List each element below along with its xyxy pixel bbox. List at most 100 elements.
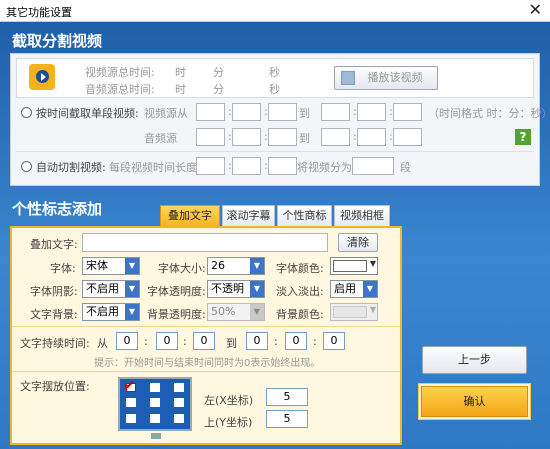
monitor-position-grid[interactable] [118, 377, 192, 431]
video-total-label: 视频源总时间: [85, 66, 155, 79]
audio-total-label: 音频源总时间: [85, 83, 155, 96]
transparency-select[interactable]: 不透明 ▼ [207, 280, 265, 298]
audio-to-second[interactable] [393, 128, 422, 146]
audio-to-hour[interactable] [321, 128, 350, 146]
to-label: 到 [299, 132, 310, 145]
position-middle-left[interactable] [126, 398, 136, 407]
section-heading-logo: 个性标志添加 [12, 200, 103, 218]
font-size-value: 26 [211, 259, 225, 272]
position-middle-right[interactable] [174, 398, 184, 407]
bg-label: 文字背景: [30, 308, 78, 321]
duration-from-minute[interactable]: 0 [156, 332, 178, 350]
audio-from-second[interactable] [268, 128, 297, 146]
transparency-value: 不透明 [211, 282, 244, 295]
colon: : [313, 335, 317, 348]
audio-hour-unit: 时 [175, 83, 186, 96]
radio-by-time[interactable] [21, 107, 32, 118]
dropdown-arrow-icon: ▼ [125, 258, 139, 274]
divider [16, 151, 534, 152]
video-to-hour[interactable] [321, 103, 350, 121]
video-to-minute[interactable] [357, 103, 386, 121]
position-bottom-right[interactable] [174, 414, 184, 423]
font-color-picker[interactable]: ▼ [330, 257, 378, 275]
confirm-button[interactable]: 确认 [421, 386, 528, 417]
font-select[interactable]: 宋体 ▼ [82, 257, 140, 275]
bg-color-label: 背景颜色: [276, 308, 324, 321]
dropdown-arrow-icon: ▼ [250, 304, 264, 320]
fade-value: 启用 [334, 282, 356, 295]
duration-to-minute[interactable]: 0 [285, 332, 307, 350]
video-from-second[interactable] [268, 103, 297, 121]
bg-select[interactable]: 不启用 ▼ [82, 303, 140, 321]
duration-from-hour[interactable]: 0 [116, 332, 138, 350]
play-video-button[interactable]: 播放该视频 [334, 66, 438, 90]
from-label: 从 [177, 107, 188, 120]
monitor-stand [151, 433, 161, 439]
tab-overlay-text[interactable]: 叠加文字 [160, 205, 220, 227]
audio-from-minute[interactable] [232, 128, 261, 146]
top-coord-input[interactable]: 5 [266, 410, 308, 428]
close-icon[interactable]: ✕ [529, 1, 542, 19]
audio-to-minute[interactable] [357, 128, 386, 146]
video-file-icon [29, 64, 55, 90]
bg-color-picker[interactable]: ▼ [330, 303, 378, 321]
transparency-label: 字体透明度: [147, 285, 206, 298]
duration-to-second[interactable]: 0 [323, 332, 345, 350]
to-label: 到 [299, 107, 310, 120]
radio-auto-cut[interactable] [21, 161, 32, 172]
segment-hour[interactable] [196, 157, 225, 175]
duration-to-hour[interactable]: 0 [246, 332, 268, 350]
position-bottom-left[interactable] [126, 414, 136, 423]
top-coord-label: 上(Y坐标) [204, 416, 253, 429]
bg-value: 不启用 [86, 305, 119, 318]
tab-video-frame[interactable]: 视频相框 [334, 205, 390, 226]
position-top-right[interactable] [174, 383, 184, 392]
divider [12, 371, 400, 372]
font-size-select[interactable]: 26 ▼ [207, 257, 265, 275]
dropdown-arrow-icon: ▼ [363, 281, 377, 297]
overlay-text-input[interactable] [82, 233, 328, 252]
video-from-minute[interactable] [232, 103, 261, 121]
position-center[interactable] [150, 398, 160, 407]
by-time-label: 按时间截取单段视频: [36, 107, 139, 120]
help-icon[interactable]: ? [515, 129, 531, 145]
video-source-label: 视频源 [144, 107, 177, 120]
video-info-box: 视频源总时间: 音频源总时间: 时 分 秒 时 分 秒 播放该视频 [16, 58, 534, 98]
bg-transparency-select[interactable]: 50% ▼ [207, 303, 265, 321]
fade-select[interactable]: 启用 ▼ [330, 280, 378, 298]
colon: : [144, 335, 148, 348]
fade-label: 淡入淡出: [276, 285, 324, 298]
left-coord-input[interactable]: 5 [266, 388, 308, 406]
duration-from-second[interactable]: 0 [193, 332, 215, 350]
audio-minute-unit: 分 [213, 83, 224, 96]
video-to-second[interactable] [393, 103, 422, 121]
clear-button[interactable]: 清除 [338, 233, 378, 252]
play-video-label: 播放该视频 [367, 71, 423, 84]
window-title: 其它功能设置 [6, 6, 72, 19]
position-bottom-center[interactable] [150, 414, 160, 423]
colon: : [274, 335, 278, 348]
position-top-center[interactable] [150, 383, 160, 392]
video-from-hour[interactable] [196, 103, 225, 121]
audio-source-label: 音频源 [144, 132, 177, 145]
font-color-label: 字体颜色: [276, 262, 324, 275]
dropdown-arrow-icon: ▼ [125, 304, 139, 320]
colon: : [183, 335, 187, 348]
dropdown-arrow-icon: ▼ [369, 259, 376, 268]
prev-step-button[interactable]: 上一步 [422, 346, 527, 374]
segment-minute[interactable] [232, 157, 261, 175]
dropdown-arrow-icon: ▼ [250, 281, 264, 297]
shadow-select[interactable]: 不启用 ▼ [82, 280, 140, 298]
segment-count-input[interactable] [352, 157, 394, 175]
bg-transparency-label: 背景透明度: [147, 308, 206, 321]
tab-scroll-subtitle[interactable]: 滚动字幕 [222, 205, 275, 226]
shadow-label: 字体阴影: [30, 285, 78, 298]
audio-from-hour[interactable] [196, 128, 225, 146]
segments-label: 段 [400, 161, 411, 174]
left-coord-label: 左(X坐标) [204, 394, 254, 407]
split-panel: 视频源总时间: 音频源总时间: 时 分 秒 时 分 秒 播放该视频 按时间截取单… [10, 53, 550, 186]
tab-custom-logo[interactable]: 个性商标 [277, 205, 332, 226]
overlay-text-panel: 叠加文字: 清除 字体: 宋体 ▼ 字体大小: 26 ▼ 字体颜色: ▼ 字体阴影:… [10, 226, 402, 445]
segment-second[interactable] [268, 157, 297, 175]
segment-length-label: 每段视频时间长度 [109, 161, 197, 174]
